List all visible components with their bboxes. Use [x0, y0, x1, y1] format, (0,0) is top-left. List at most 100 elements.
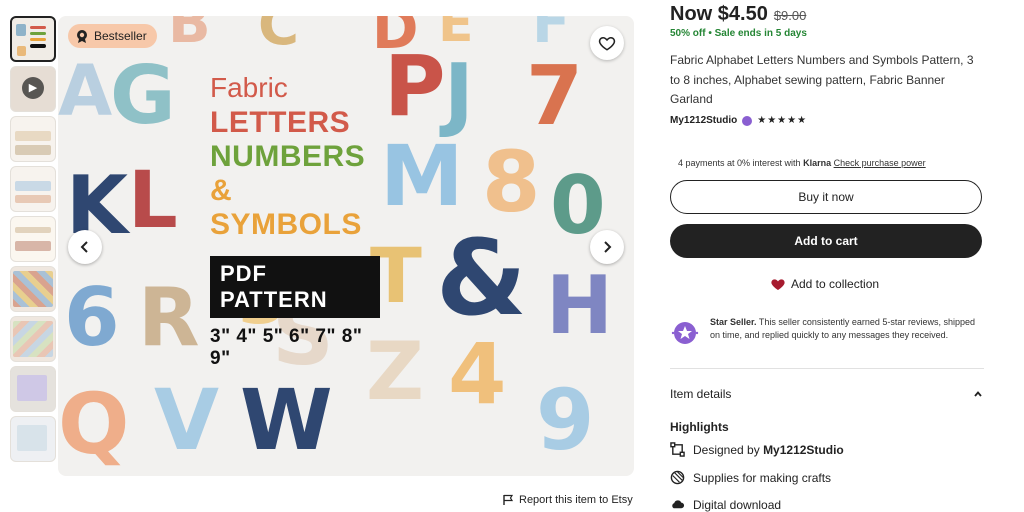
thumb-letter-shape	[15, 131, 51, 141]
section-divider	[670, 368, 984, 369]
yarn-icon	[670, 470, 685, 485]
fabric-letter-shape: H	[546, 259, 613, 352]
design-icon	[670, 442, 685, 457]
star-seller-info: Star Seller. This seller consistently ea…	[670, 316, 984, 348]
thumb-letter-shape	[17, 46, 26, 56]
fabric-letter-shape: V	[154, 371, 220, 469]
report-item-label: Report this item to Etsy	[519, 494, 633, 506]
highlight-digital: Digital download	[670, 497, 781, 512]
chevron-up-icon	[974, 391, 982, 397]
thumbnail-4[interactable]	[10, 166, 56, 212]
star-seller-description: Star Seller. This seller consistently ea…	[710, 316, 984, 348]
thumbnail-8[interactable]	[10, 366, 56, 412]
hero-word-letters: LETTERS	[210, 106, 351, 139]
favorite-button[interactable]	[590, 26, 624, 60]
listing-title: Fabric Alphabet Letters Numbers and Symb…	[670, 53, 974, 106]
thumb-letter-shape	[17, 425, 47, 451]
chevron-right-icon	[604, 241, 612, 253]
digital-download-text: Digital download	[693, 497, 782, 512]
thumb-letter-shape	[15, 241, 51, 251]
fabric-letter-shape: F	[532, 16, 571, 56]
thumbnail-video[interactable]: ▶	[10, 66, 56, 112]
fabric-letter-shape: C	[258, 16, 300, 58]
buy-it-now-button[interactable]: Buy it now	[670, 180, 982, 214]
hero-pdf-pattern-label: PDF PATTERN	[210, 256, 380, 318]
fabric-letter-shape: A	[58, 50, 113, 132]
fabric-letter-shape: B	[168, 16, 211, 56]
hero-word-symbols: & SYMBOLS	[210, 174, 362, 241]
rating-stars[interactable]: ★★★★★	[757, 115, 807, 126]
bestseller-badge: Bestseller	[68, 24, 157, 48]
supplies-text: Supplies for making crafts	[693, 470, 832, 485]
thumb-text-shape	[30, 32, 46, 35]
previous-image-button[interactable]	[68, 230, 102, 264]
sale-info: 50% off • Sale ends in 5 days	[670, 28, 807, 39]
bestseller-label: Bestseller	[94, 29, 147, 43]
play-icon: ▶	[22, 77, 44, 99]
fabric-letter-shape: J	[444, 47, 474, 140]
add-to-cart-button[interactable]: Add to cart	[670, 224, 982, 258]
hero-sizes: 3" 4" 5" 6" 7" 8" 9"	[210, 326, 363, 369]
thumb-letter-shape	[15, 145, 51, 155]
report-item-link[interactable]: Report this item to Etsy	[502, 494, 633, 506]
star-seller-badge-icon	[742, 115, 753, 126]
seller-name-link[interactable]: My1212Studio	[670, 115, 737, 126]
fabric-letter-shape: P	[384, 37, 446, 135]
thumb-letter-shape	[16, 24, 26, 36]
add-to-collection-label: Add to collection	[791, 277, 880, 291]
hero-word-numbers: NUMBERS	[210, 140, 366, 173]
award-icon	[77, 30, 87, 43]
fabric-letter-shape: 9	[536, 371, 595, 469]
next-image-button[interactable]	[590, 230, 624, 264]
original-price: $9.00	[773, 8, 807, 23]
thumbnail-9[interactable]	[10, 416, 56, 462]
thumbnail-1[interactable]	[10, 16, 56, 62]
item-details-toggle[interactable]: Item details	[670, 387, 984, 401]
thumbnail-5[interactable]	[10, 216, 56, 262]
thumbnail-3[interactable]	[10, 116, 56, 162]
thumb-letter-shape	[17, 375, 47, 401]
chevron-left-icon	[80, 241, 88, 253]
add-to-collection-button[interactable]: Add to collection	[770, 276, 879, 292]
thumb-letter-shape	[15, 181, 51, 191]
highlight-designed-by: Designed by My1212Studio	[670, 442, 844, 457]
highlight-supplies: Supplies for making crafts	[670, 470, 831, 485]
thumbnail-6[interactable]	[10, 266, 56, 312]
klarna-text: 4 payments at 0% interest with	[678, 158, 801, 168]
thumb-text-shape	[30, 26, 46, 29]
heart-outline-icon	[598, 36, 616, 51]
thumb-letter-shape	[13, 321, 53, 357]
thumb-letter-shape	[15, 227, 51, 233]
fabric-letter-shape: &	[436, 217, 527, 339]
star-seller-icon	[671, 322, 699, 344]
thumbnail-7[interactable]	[10, 316, 56, 362]
price-row: Now $4.50 $9.00	[670, 3, 806, 26]
designed-by-shop-link[interactable]: My1212Studio	[763, 443, 844, 457]
fabric-letter-shape: 7	[526, 49, 584, 144]
sale-ends-text: Sale ends in 5 days	[714, 28, 807, 39]
fabric-letter-shape: 6	[64, 271, 120, 364]
designed-by-label: Designed by	[693, 442, 760, 457]
designed-by-text: Designed by My1212Studio	[693, 443, 844, 457]
check-purchase-power-link[interactable]: Check purchase power	[834, 158, 926, 168]
fabric-letter-shape: 4	[448, 325, 507, 423]
thumb-letter-shape	[13, 271, 53, 307]
flag-icon	[503, 494, 514, 505]
fabric-letter-shape: R	[138, 271, 200, 364]
current-price: Now $4.50	[670, 3, 768, 25]
highlights-heading: Highlights	[670, 420, 729, 434]
heart-filled-icon	[771, 279, 785, 290]
fabric-letter-shape: G	[110, 49, 176, 142]
star-seller-title: Star Seller.	[710, 317, 757, 327]
fabric-letter-shape: L	[128, 156, 178, 246]
fabric-letter-shape: Q	[58, 375, 130, 473]
item-details-label: Item details	[670, 387, 732, 401]
seller-row: My1212Studio ★★★★★	[670, 115, 807, 126]
main-product-image[interactable]: G B A K L 6 R Q V W 3 S C D P J 7 E M 8 …	[58, 16, 634, 476]
fabric-letter-shape: M	[380, 127, 464, 225]
thumb-text-shape	[30, 44, 46, 48]
thumb-text-shape	[30, 38, 46, 41]
cloud-download-icon	[672, 500, 685, 509]
fabric-letter-shape: W	[240, 371, 333, 469]
thumbnail-strip: ▶	[10, 16, 56, 466]
